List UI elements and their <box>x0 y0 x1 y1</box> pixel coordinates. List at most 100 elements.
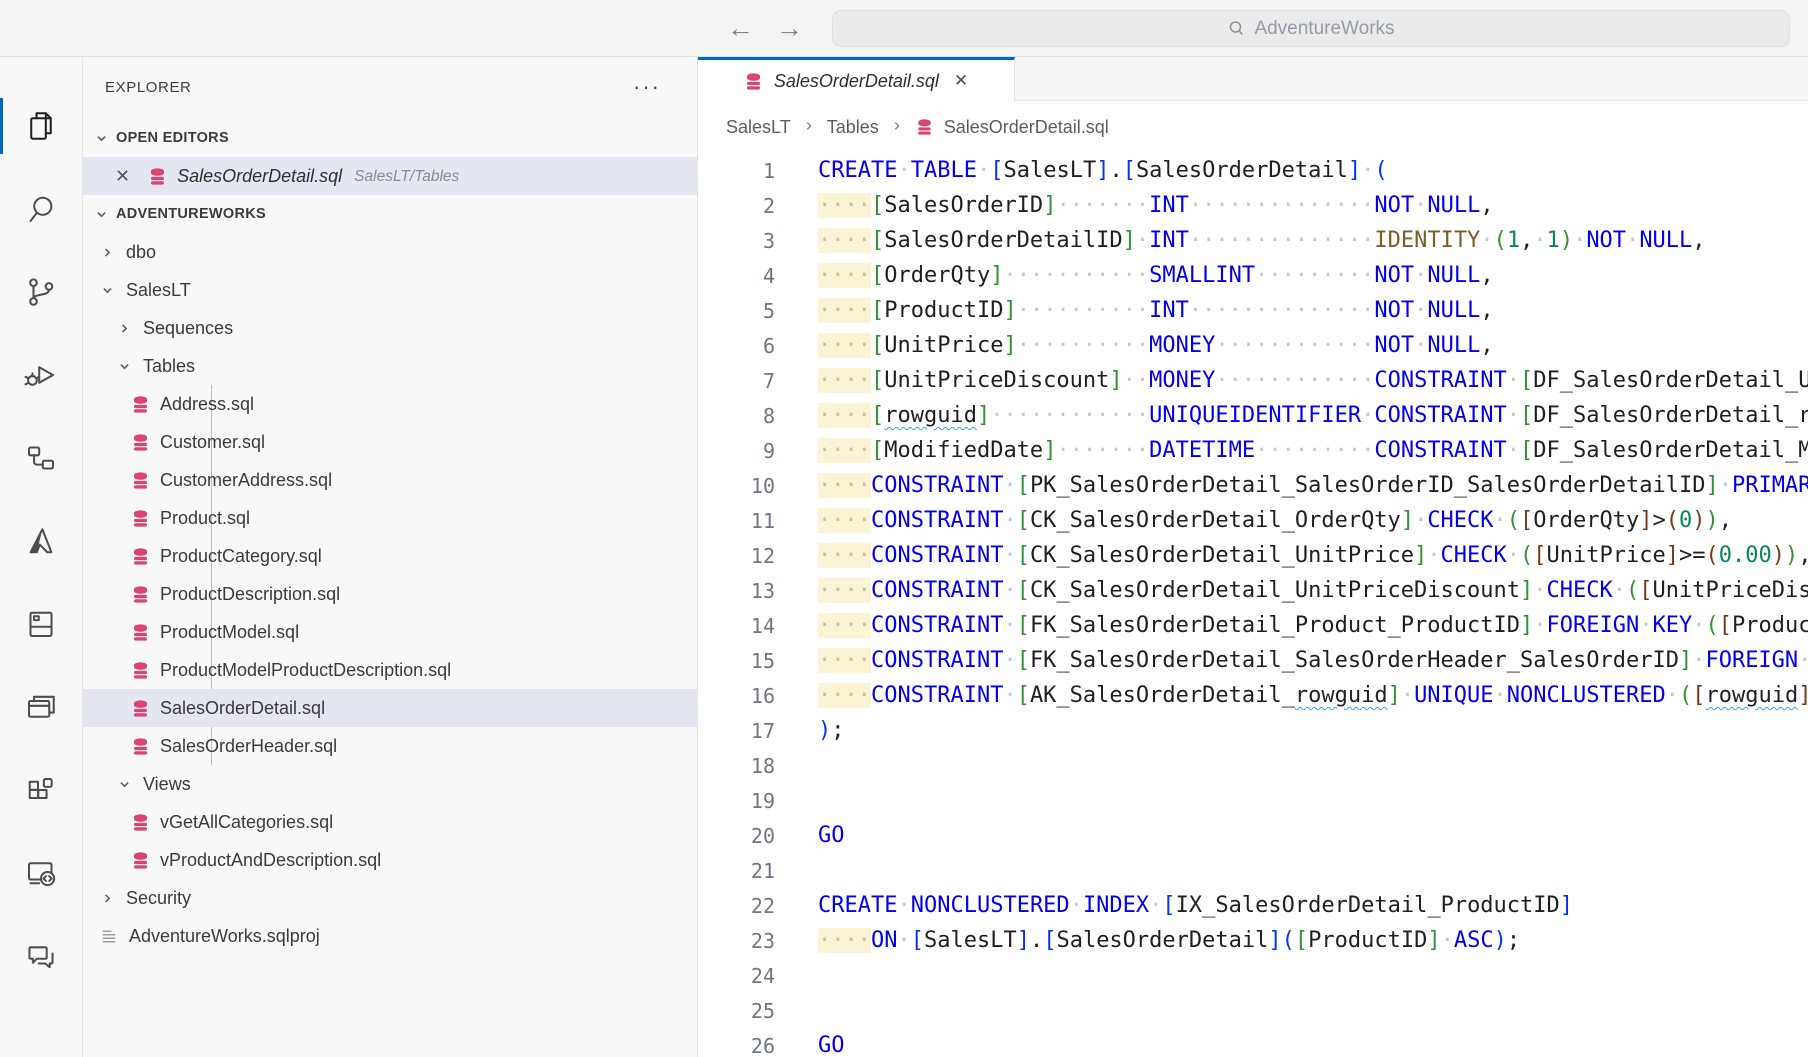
database-icon <box>131 661 150 680</box>
code-line-11[interactable]: 11····CONSTRAINT·[CK_SalesOrderDetail_Or… <box>698 503 1808 538</box>
command-center-search[interactable]: AdventureWorks <box>832 10 1790 47</box>
code-line-6[interactable]: 6····[UnitPrice]··········MONEY·········… <box>698 328 1808 363</box>
tree-item-salesorderdetail-sql[interactable]: SalesOrderDetail.sql <box>83 689 697 727</box>
chevron-down-icon[interactable] <box>116 358 133 375</box>
code-line-8[interactable]: 8····[rowguid]············UNIQUEIDENTIFI… <box>698 398 1808 433</box>
activity-azure-icon[interactable] <box>0 499 83 582</box>
code-line-3[interactable]: 3····[SalesOrderDetailID]·INT···········… <box>698 223 1808 258</box>
tree-item-productmodel-sql[interactable]: ProductModel.sql <box>83 613 697 651</box>
breadcrumb-item-file[interactable]: SalesOrderDetail.sql <box>944 117 1109 138</box>
tab-bar: SalesOrderDetail.sql ✕ <box>698 57 1808 101</box>
code-line-24[interactable]: 24 <box>698 958 1808 993</box>
section-label: ADVENTUREWORKS <box>116 206 266 222</box>
tree-item-productmodelproductdescription-sql[interactable]: ProductModelProductDescription.sql <box>83 651 697 689</box>
tree-item-label: ProductModelProductDescription.sql <box>160 660 451 681</box>
activity-windows-icon[interactable] <box>0 665 83 748</box>
line-number: 18 <box>698 754 775 778</box>
chevron-right-icon[interactable] <box>116 320 133 337</box>
code-line-23[interactable]: 23····ON·[SalesLT].[SalesOrderDetail]([P… <box>698 923 1808 958</box>
breadcrumb-item-tables[interactable]: Tables <box>827 117 879 138</box>
code-line-20[interactable]: 20GO <box>698 818 1808 853</box>
tree-item-product-sql[interactable]: Product.sql <box>83 499 697 537</box>
open-editor-item-salesorderdetail-sql[interactable]: ✕ SalesOrderDetail.sql SalesLT/Tables <box>83 157 697 195</box>
chevron-down-icon[interactable] <box>116 776 133 793</box>
activity-files-icon[interactable] <box>0 84 83 167</box>
line-number: 15 <box>698 649 775 673</box>
tree-item-dbo[interactable]: dbo <box>83 233 697 271</box>
activity-run-debug-icon[interactable] <box>0 333 83 416</box>
chevron-down-icon[interactable] <box>99 282 116 299</box>
open-editor-name: SalesOrderDetail.sql <box>177 166 342 187</box>
open-editor-description: SalesLT/Tables <box>354 168 459 186</box>
code-line-9[interactable]: 9····[ModifiedDate]·······DATETIME······… <box>698 433 1808 468</box>
tree-item-label: vGetAllCategories.sql <box>160 812 333 833</box>
tree-item-customeraddress-sql[interactable]: CustomerAddress.sql <box>83 461 697 499</box>
code-line-25[interactable]: 25 <box>698 993 1808 1028</box>
code-line-7[interactable]: 7····[UnitPriceDiscount]··MONEY·········… <box>698 363 1808 398</box>
database-icon <box>131 433 150 452</box>
code-line-4[interactable]: 4····[OrderQty]···········SMALLINT······… <box>698 258 1808 293</box>
tree-item-security[interactable]: Security <box>83 879 697 917</box>
tree-item-label: ProductCategory.sql <box>160 546 322 567</box>
line-number: 25 <box>698 999 775 1023</box>
chevron-down-icon[interactable] <box>93 130 110 147</box>
source-control-icon <box>23 274 59 310</box>
tab-salesorderdetail[interactable]: SalesOrderDetail.sql ✕ <box>698 57 1015 102</box>
code-line-10[interactable]: 10····CONSTRAINT·[PK_SalesOrderDetail_Sa… <box>698 468 1808 503</box>
tree-item-tables[interactable]: Tables <box>83 347 697 385</box>
code-line-14[interactable]: 14····CONSTRAINT·[FK_SalesOrderDetail_Pr… <box>698 608 1808 643</box>
minimize-window-button[interactable] <box>50 21 64 35</box>
code-line-18[interactable]: 18 <box>698 748 1808 783</box>
code-line-21[interactable]: 21 <box>698 853 1808 888</box>
more-actions-icon[interactable]: ··· <box>633 83 661 92</box>
tree-item-saleslt[interactable]: SalesLT <box>83 271 697 309</box>
tree-item-views[interactable]: Views <box>83 765 697 803</box>
chevron-right-icon <box>889 115 905 139</box>
zoom-window-button[interactable] <box>75 21 89 35</box>
code-line-1[interactable]: 1CREATE·TABLE·[SalesLT].[SalesOrderDetai… <box>698 153 1808 188</box>
code-editor[interactable]: 1CREATE·TABLE·[SalesLT].[SalesOrderDetai… <box>698 153 1808 1057</box>
activity-comments-icon[interactable] <box>0 914 83 997</box>
code-line-16[interactable]: 16····CONSTRAINT·[AK_SalesOrderDetail_ro… <box>698 678 1808 713</box>
code-line-22[interactable]: 22CREATE·NONCLUSTERED·INDEX·[IX_SalesOrd… <box>698 888 1808 923</box>
line-number: 2 <box>698 194 775 218</box>
activity-search-icon[interactable] <box>0 167 83 250</box>
tree-item-adventureworks-sqlproj[interactable]: AdventureWorks.sqlproj <box>83 917 697 955</box>
section-header-adventureworks[interactable]: ADVENTUREWORKS <box>83 195 697 233</box>
tree-item-productcategory-sql[interactable]: ProductCategory.sql <box>83 537 697 575</box>
chevron-right-icon[interactable] <box>99 890 116 907</box>
breadcrumb-item-saleslt[interactable]: SalesLT <box>726 117 791 138</box>
activity-source-control-icon[interactable] <box>0 250 83 333</box>
tree-item-address-sql[interactable]: Address.sql <box>83 385 697 423</box>
section-header-open-editors[interactable]: OPEN EDITORS <box>83 119 697 157</box>
line-number: 4 <box>698 264 775 288</box>
close-window-button[interactable] <box>25 21 39 35</box>
code-line-15[interactable]: 15····CONSTRAINT·[FK_SalesOrderDetail_Sa… <box>698 643 1808 678</box>
chevron-right-icon[interactable] <box>99 244 116 261</box>
activity-remote-explorer-icon[interactable] <box>0 831 83 914</box>
chevron-down-icon[interactable] <box>93 206 110 223</box>
code-line-26[interactable]: 26GO <box>698 1028 1808 1057</box>
forward-arrow-icon[interactable]: → <box>776 15 803 42</box>
tree-item-customer-sql[interactable]: Customer.sql <box>83 423 697 461</box>
activity-connections-icon[interactable] <box>0 416 83 499</box>
line-number: 17 <box>698 719 775 743</box>
back-arrow-icon[interactable]: ← <box>727 15 754 42</box>
tree-item-sequences[interactable]: Sequences <box>83 309 697 347</box>
code-line-19[interactable]: 19 <box>698 783 1808 818</box>
activity-notebook-icon[interactable] <box>0 582 83 665</box>
tree-item-salesorderheader-sql[interactable]: SalesOrderHeader.sql <box>83 727 697 765</box>
tree-item-productdescription-sql[interactable]: ProductDescription.sql <box>83 575 697 613</box>
close-icon[interactable]: ✕ <box>115 166 130 187</box>
tree-item-vproductanddescription-sql[interactable]: vProductAndDescription.sql <box>83 841 697 879</box>
tree-item-vgetallcategories-sql[interactable]: vGetAllCategories.sql <box>83 803 697 841</box>
code-line-13[interactable]: 13····CONSTRAINT·[CK_SalesOrderDetail_Un… <box>698 573 1808 608</box>
code-line-12[interactable]: 12····CONSTRAINT·[CK_SalesOrderDetail_Un… <box>698 538 1808 573</box>
code-line-2[interactable]: 2····[SalesOrderID]·······INT···········… <box>698 188 1808 223</box>
activity-blocks-icon[interactable] <box>0 748 83 831</box>
close-tab-icon[interactable]: ✕ <box>954 71 968 91</box>
code-line-17[interactable]: 17); <box>698 713 1808 748</box>
title-bar: ← → AdventureWorks <box>0 0 1808 57</box>
tab-label: SalesOrderDetail.sql <box>774 71 939 92</box>
code-line-5[interactable]: 5····[ProductID]··········INT···········… <box>698 293 1808 328</box>
